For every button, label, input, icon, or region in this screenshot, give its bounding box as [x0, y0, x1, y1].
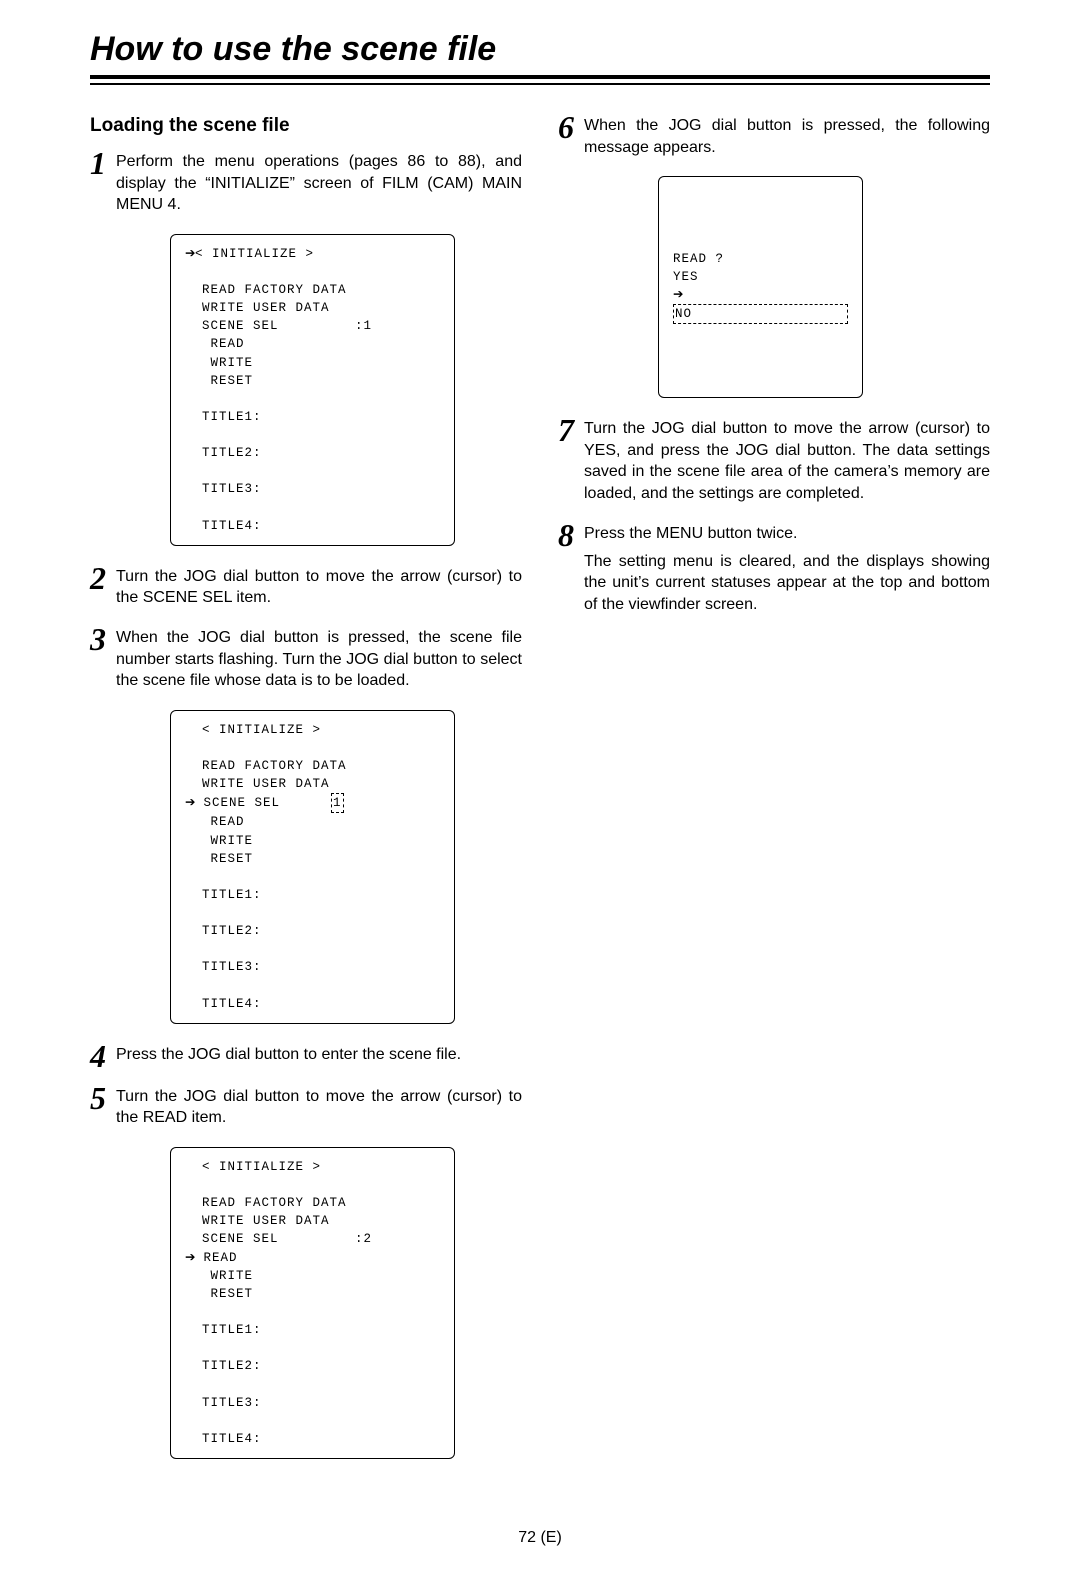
menu-line: READ [195, 1251, 238, 1265]
content-columns: Loading the scene file 1 Perform the men… [90, 115, 990, 1479]
menu-line: TITLE3: [202, 960, 262, 974]
menu-line: TITLE2: [202, 924, 262, 938]
menu-line: READ FACTORY DATA [202, 1196, 347, 1210]
step-7: 7 Turn the JOG dial button to move the a… [558, 418, 990, 504]
arrow-icon: ➔ [185, 245, 195, 263]
menu-line: WRITE USER DATA [202, 301, 330, 315]
step-number: 5 [90, 1086, 116, 1110]
menu-screen-5: < INITIALIZE > READ FACTORY DATA WRITE U… [170, 1147, 455, 1459]
menu-line: WRITE USER DATA [202, 777, 330, 791]
page-footer: 72 (E) [90, 1529, 990, 1547]
menu-line: SCENE SEL [204, 796, 281, 810]
menu-header: < INITIALIZE > [202, 723, 321, 737]
step-5: 5 Turn the JOG dial button to move the a… [90, 1086, 522, 1129]
menu-line: READ [202, 815, 245, 829]
menu-line: WRITE [202, 356, 253, 370]
menu-line: TITLE1: [202, 410, 262, 424]
menu-screen-3: < INITIALIZE > READ FACTORY DATA WRITE U… [170, 710, 455, 1024]
menu-line: RESET [202, 374, 253, 388]
menu-line: RESET [202, 852, 253, 866]
step-text: When the JOG dial button is pressed, the… [116, 627, 522, 692]
step-8-cont: The setting menu is cleared, and the dis… [558, 551, 990, 616]
title-rule [90, 75, 990, 85]
right-column: 6 When the JOG dial button is pressed, t… [558, 115, 990, 1479]
menu-line: READ FACTORY DATA [202, 283, 347, 297]
step-number: 7 [558, 418, 584, 442]
step-text: Press the MENU button twice. [584, 523, 797, 545]
menu-line: TITLE3: [202, 1396, 262, 1410]
menu-screen-6: READ ? YES ➔ NO [658, 176, 863, 398]
blinking-no: NO [673, 304, 848, 324]
menu-line: TITLE4: [202, 1432, 262, 1446]
step-text: Turn the JOG dial button to move the arr… [116, 566, 522, 609]
menu-line: TITLE4: [202, 997, 262, 1011]
step-text: Turn the JOG dial button to move the arr… [116, 1086, 522, 1129]
menu-line: TITLE3: [202, 482, 262, 496]
step-6: 6 When the JOG dial button is pressed, t… [558, 115, 990, 158]
arrow-icon: ➔ [185, 794, 195, 812]
step-number: 4 [90, 1044, 116, 1068]
left-column: Loading the scene file 1 Perform the men… [90, 115, 522, 1479]
menu-yes: YES [673, 268, 848, 286]
menu-line: READ FACTORY DATA [202, 759, 347, 773]
step-text: Turn the JOG dial button to move the arr… [584, 418, 990, 504]
menu-line: SCENE SEL :1 [202, 319, 372, 333]
step-text: Perform the menu operations (pages 86 to… [116, 151, 522, 216]
page-title: How to use the scene file [90, 30, 990, 69]
step-4: 4 Press the JOG dial button to enter the… [90, 1044, 522, 1068]
menu-line: SCENE SEL :2 [202, 1232, 372, 1246]
menu-line: TITLE2: [202, 446, 262, 460]
menu-line: TITLE1: [202, 1323, 262, 1337]
menu-line: WRITE USER DATA [202, 1214, 330, 1228]
arrow-icon: ➔ [185, 1249, 195, 1267]
step-number: 2 [90, 566, 116, 590]
menu-prompt: READ ? [673, 250, 848, 268]
page: How to use the scene file Loading the sc… [0, 0, 1080, 1587]
step-number: 6 [558, 115, 584, 139]
menu-line: WRITE [202, 834, 253, 848]
step-number: 1 [90, 151, 116, 175]
section-heading: Loading the scene file [90, 115, 522, 137]
menu-line: TITLE4: [202, 519, 262, 533]
step-2: 2 Turn the JOG dial button to move the a… [90, 566, 522, 609]
menu-line: TITLE1: [202, 888, 262, 902]
menu-screen-1: ➔< INITIALIZE > READ FACTORY DATA WRITE … [170, 234, 455, 546]
menu-line: READ [202, 337, 245, 351]
step-3: 3 When the JOG dial button is pressed, t… [90, 627, 522, 692]
step-8: 8 Press the MENU button twice. [558, 523, 990, 547]
arrow-icon: ➔ [673, 286, 683, 304]
menu-header: < INITIALIZE > [195, 247, 314, 261]
step-text: The setting menu is cleared, and the dis… [584, 551, 990, 616]
blinking-value: 1 [331, 793, 344, 813]
menu-line: WRITE [202, 1269, 253, 1283]
menu-line: RESET [202, 1287, 253, 1301]
step-text: When the JOG dial button is pressed, the… [584, 115, 990, 158]
step-number: 3 [90, 627, 116, 651]
step-text: Press the JOG dial button to enter the s… [116, 1044, 461, 1066]
menu-line: TITLE2: [202, 1359, 262, 1373]
menu-header: < INITIALIZE > [202, 1160, 321, 1174]
step-number: 8 [558, 523, 584, 547]
step-1: 1 Perform the menu operations (pages 86 … [90, 151, 522, 216]
